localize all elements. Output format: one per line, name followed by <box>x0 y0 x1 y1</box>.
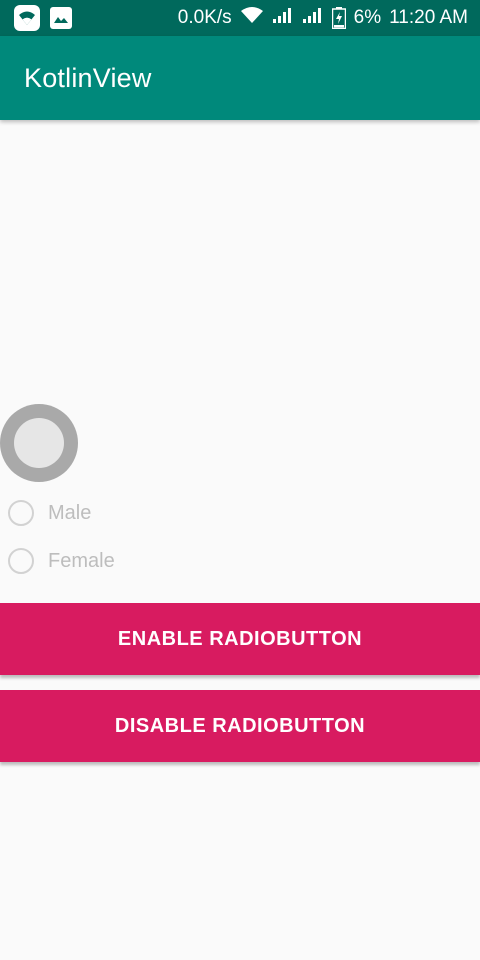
status-bar: 0.0K/s 6% 11:20 AM <box>0 0 480 36</box>
large-radio-inner <box>14 418 64 468</box>
app-title: KotlinView <box>24 62 152 93</box>
wifi-icon <box>240 6 264 30</box>
app-bar: KotlinView <box>0 36 480 120</box>
signal-icon <box>302 6 324 30</box>
network-speed: 0.0K/s <box>177 7 232 28</box>
signal-icon <box>272 6 294 30</box>
status-bar-right: 0.0K/s 6% 11:20 AM <box>178 6 468 30</box>
status-bar-left <box>14 5 72 31</box>
radio-circle[interactable] <box>8 500 34 526</box>
battery-percent: 6% <box>353 7 382 28</box>
enable-radiobutton-button[interactable]: ENABLE RADIOBUTTON <box>0 603 480 675</box>
radio-circle[interactable] <box>8 548 34 574</box>
radio-option-female[interactable]: Female <box>8 548 115 574</box>
large-radio-button[interactable] <box>0 404 78 482</box>
radio-label-male: Male <box>48 501 92 524</box>
image-icon <box>50 7 72 29</box>
disable-radiobutton-button[interactable]: DISABLE RADIOBUTTON <box>0 690 480 762</box>
radio-option-male[interactable]: Male <box>8 500 91 526</box>
battery-charging-icon <box>331 7 346 29</box>
clock: 11:20 AM <box>389 7 468 28</box>
wifi-status-icon <box>14 5 40 31</box>
radio-label-female: Female <box>48 549 115 572</box>
